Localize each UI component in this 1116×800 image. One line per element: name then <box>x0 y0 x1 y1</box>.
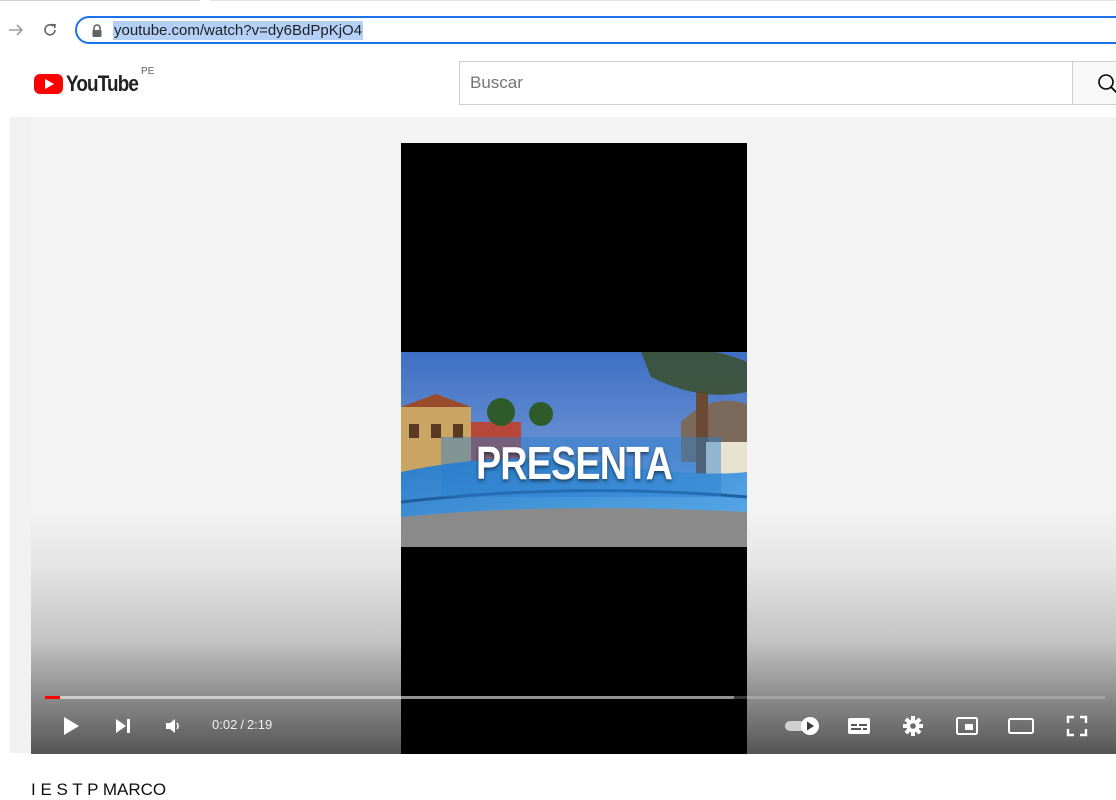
arrow-right-icon <box>9 24 24 36</box>
video-frame[interactable]: PRESENTA <box>401 143 747 754</box>
search-button[interactable] <box>1072 61 1116 105</box>
subtitles-button[interactable] <box>843 709 875 743</box>
autoplay-toggle[interactable] <box>781 709 825 743</box>
forward-button[interactable] <box>6 20 26 40</box>
settings-icon <box>903 716 923 736</box>
theater-mode-icon <box>1008 718 1034 734</box>
progress-played <box>45 696 61 699</box>
volume-icon <box>166 719 179 733</box>
address-bar[interactable]: youtube.com/watch?v=dy6BdPpKjO4 <box>75 16 1116 44</box>
fullscreen-icon <box>1066 715 1088 737</box>
video-overlay-text: PRESENTA <box>475 437 673 489</box>
video-title: I E S T P MARCO <box>31 780 167 799</box>
video-player[interactable]: PRESENTA 0:02/2:19 <box>31 117 1116 754</box>
fullscreen-button[interactable] <box>1061 709 1093 743</box>
next-button[interactable] <box>109 709 137 743</box>
play-icon <box>64 717 79 735</box>
tab-strip-edge <box>0 0 200 1</box>
url-text[interactable]: youtube.com/watch?v=dy6BdPpKjO4 <box>113 21 364 40</box>
lock-icon[interactable] <box>91 24 103 38</box>
time-current: 0:02 <box>212 717 238 732</box>
country-code: PE <box>141 66 155 77</box>
youtube-logo-text: YouTube <box>66 71 139 96</box>
progress-buffered <box>45 696 734 699</box>
search-box <box>459 61 1073 105</box>
miniplayer-icon <box>956 717 978 735</box>
youtube-play-logo-icon <box>34 74 63 94</box>
subtitles-icon <box>848 718 870 734</box>
play-button[interactable] <box>57 709 85 743</box>
youtube-header: YouTube PE <box>0 52 1116 112</box>
time-display: 0:02/2:19 <box>212 717 272 732</box>
theater-mode-button[interactable] <box>1005 709 1037 743</box>
reload-icon <box>44 23 56 36</box>
mute-button[interactable] <box>159 709 187 743</box>
time-separator: / <box>240 717 244 732</box>
reload-button[interactable] <box>40 20 60 40</box>
settings-button[interactable] <box>897 709 929 743</box>
autoplay-toggle-icon <box>785 717 819 735</box>
progress-bar[interactable] <box>45 696 1105 699</box>
video-scene-image: PRESENTA <box>401 352 747 547</box>
time-duration: 2:19 <box>246 717 273 732</box>
youtube-logo[interactable]: YouTube <box>34 68 150 100</box>
browser-toolbar: youtube.com/watch?v=dy6BdPpKjO4 <box>0 0 1116 52</box>
search-icon <box>1098 74 1116 94</box>
tab-strip-edge <box>210 0 1116 1</box>
search-input[interactable] <box>460 62 1072 104</box>
next-icon <box>116 719 130 733</box>
miniplayer-button[interactable] <box>951 709 983 743</box>
